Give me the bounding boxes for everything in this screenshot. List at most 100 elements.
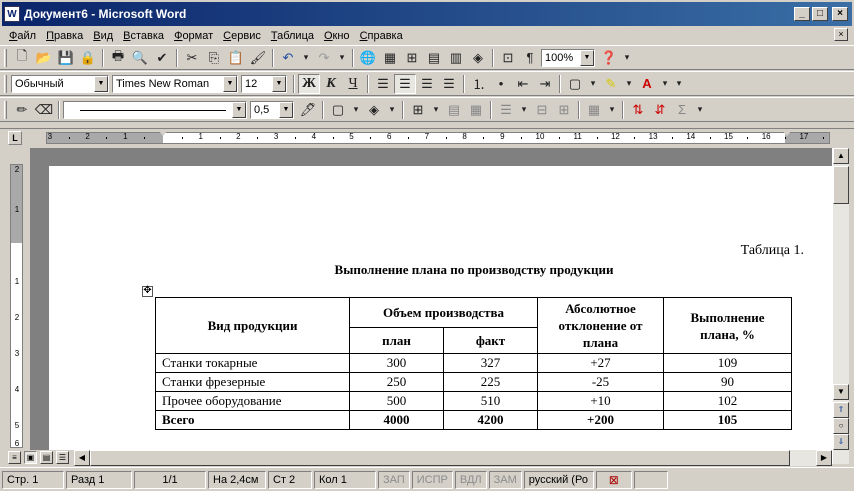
toolbar-options-icon[interactable]: ▾: [693, 100, 707, 120]
normal-view-icon[interactable]: ≡: [8, 451, 21, 464]
permission-icon[interactable]: 🔒: [77, 48, 99, 68]
border-color-icon[interactable]: 🖊: [297, 100, 319, 120]
cell-deviation[interactable]: +10: [537, 391, 664, 411]
drawing-icon[interactable]: ◈: [467, 48, 489, 68]
outside-border-icon[interactable]: ▢: [327, 100, 349, 120]
cell-plan[interactable]: 4000: [349, 410, 444, 430]
toolbar-options-icon[interactable]: ▾: [620, 48, 634, 68]
next-page-icon[interactable]: ⇓: [833, 434, 849, 450]
borders-dropdown-icon[interactable]: ▾: [586, 74, 600, 94]
borders-icon[interactable]: ▢: [564, 74, 586, 94]
cell-percent[interactable]: 105: [663, 410, 792, 430]
close-button[interactable]: ×: [832, 7, 848, 21]
insert-excel-icon[interactable]: ▤: [423, 48, 445, 68]
close-document-button[interactable]: ×: [834, 28, 848, 41]
scroll-up-icon[interactable]: ▲: [833, 148, 849, 164]
table-row[interactable]: Прочее оборудование 500 510 +10 102: [155, 391, 792, 411]
menu-help[interactable]: Справка: [355, 30, 408, 42]
style-select[interactable]: Обычный ▼: [11, 74, 109, 93]
chevron-down-icon[interactable]: ▼: [232, 101, 246, 118]
chevron-down-icon[interactable]: ▼: [223, 75, 237, 92]
sort-ascending-icon[interactable]: ⇅: [627, 100, 649, 120]
status-overtype[interactable]: ЗАМ: [488, 470, 522, 489]
chevron-down-icon[interactable]: ▼: [279, 101, 293, 118]
bullets-icon[interactable]: •: [490, 74, 512, 94]
decrease-indent-icon[interactable]: ⇤: [512, 74, 534, 94]
tab-selector-icon[interactable]: L: [8, 131, 22, 145]
align-right-icon[interactable]: ☰: [416, 74, 438, 94]
distribute-columns-icon[interactable]: ⊞: [553, 100, 575, 120]
menu-insert[interactable]: Вставка: [118, 30, 169, 42]
copy-icon[interactable]: ⎘: [203, 48, 225, 68]
print-preview-icon[interactable]: 🔍: [129, 48, 151, 68]
line-style-select[interactable]: ▼: [63, 100, 247, 119]
chevron-down-icon[interactable]: ▼: [94, 75, 108, 92]
cell-fact[interactable]: 510: [443, 391, 538, 411]
toolbar-grip[interactable]: [4, 48, 7, 67]
align-cell-icon[interactable]: ☰: [495, 100, 517, 120]
bold-button[interactable]: Ж: [298, 73, 320, 94]
cell-fact[interactable]: 4200: [443, 410, 538, 430]
insert-table-icon[interactable]: ⊞: [401, 48, 423, 68]
cell-deviation[interactable]: -25: [537, 372, 664, 392]
merge-cells-icon[interactable]: ▤: [443, 100, 465, 120]
cell-plan[interactable]: 500: [349, 391, 444, 411]
web-layout-icon[interactable]: ▣: [24, 451, 37, 464]
highlight-dropdown-icon[interactable]: ▾: [622, 74, 636, 94]
spelling-status-icon[interactable]: ⊠: [595, 470, 632, 489]
format-painter-icon[interactable]: 🖌: [247, 48, 269, 68]
columns-icon[interactable]: ▥: [445, 48, 467, 68]
chevron-down-icon[interactable]: ▼: [580, 49, 594, 66]
horizontal-ruler[interactable]: 3 2 1 1 2 3 4 5 6 7 8 9 10 11 12 13 14 15 16 17: [46, 130, 830, 144]
redo-icon[interactable]: ↷: [313, 48, 335, 68]
font-color-dropdown-icon[interactable]: ▾: [658, 74, 672, 94]
cell-name[interactable]: Всего: [155, 410, 350, 430]
cell-fact[interactable]: 327: [443, 353, 538, 373]
menu-edit[interactable]: Правка: [41, 30, 88, 42]
tables-borders-icon[interactable]: ▦: [379, 48, 401, 68]
chevron-down-icon[interactable]: ▼: [272, 75, 286, 92]
cell-name[interactable]: Станки токарные: [155, 353, 350, 373]
menu-format[interactable]: Формат: [169, 30, 218, 42]
font-size-select[interactable]: 12 ▼: [241, 74, 287, 93]
right-indent-marker[interactable]: [782, 130, 792, 136]
table-total-row[interactable]: Всего 4000 4200 +200 105: [155, 410, 792, 430]
sort-descending-icon[interactable]: ⇵: [649, 100, 671, 120]
align-cell-dropdown-icon[interactable]: ▾: [517, 100, 531, 120]
word-document-icon[interactable]: W: [4, 6, 20, 22]
vertical-ruler[interactable]: 2 1 1 2 3 4 5 6: [10, 164, 23, 448]
cell-percent[interactable]: 109: [663, 353, 792, 373]
scroll-left-icon[interactable]: ◀: [74, 450, 90, 466]
table-autoformat-icon[interactable]: ▦: [583, 100, 605, 120]
align-left-icon[interactable]: ☰: [372, 74, 394, 94]
table-move-handle-icon[interactable]: ✥: [142, 286, 153, 297]
cell-name[interactable]: Станки фрезерные: [155, 372, 350, 392]
select-browse-object-icon[interactable]: ○: [833, 418, 849, 434]
increase-indent-icon[interactable]: ⇥: [534, 74, 556, 94]
draw-table-pencil-icon[interactable]: ✏: [11, 100, 33, 120]
menu-table[interactable]: Таблица: [266, 30, 319, 42]
split-cells-icon[interactable]: ▦: [465, 100, 487, 120]
status-extend-selection[interactable]: ВДЛ: [454, 470, 487, 489]
insert-table-icon[interactable]: ⊞: [407, 100, 429, 120]
shading-color-icon[interactable]: ◈: [363, 100, 385, 120]
minimize-button[interactable]: _: [794, 7, 810, 21]
autoformat-dropdown-icon[interactable]: ▾: [605, 100, 619, 120]
font-color-icon[interactable]: A: [636, 74, 658, 94]
shading-dropdown-icon[interactable]: ▾: [385, 100, 399, 120]
align-center-icon[interactable]: ☰: [394, 73, 416, 94]
numbering-icon[interactable]: ⒈: [468, 74, 490, 94]
outline-view-icon[interactable]: ☰: [56, 451, 69, 464]
italic-button[interactable]: К: [320, 74, 342, 94]
cell-plan[interactable]: 250: [349, 372, 444, 392]
print-layout-icon[interactable]: ▤: [40, 451, 53, 464]
hyperlink-icon[interactable]: 🌐: [357, 48, 379, 68]
save-icon[interactable]: 💾: [55, 48, 77, 68]
zoom-select[interactable]: 100% ▼: [541, 48, 595, 67]
table-row[interactable]: Станки фрезерные 250 225 -25 90: [155, 372, 792, 392]
insert-table-dropdown-icon[interactable]: ▾: [429, 100, 443, 120]
status-track-changes[interactable]: ИСПР: [411, 470, 453, 489]
toolbar-options-icon[interactable]: ▾: [672, 74, 686, 94]
production-table[interactable]: Вид продукции Объем производства Абсолют…: [155, 297, 792, 430]
menu-file[interactable]: Файл: [4, 30, 41, 42]
